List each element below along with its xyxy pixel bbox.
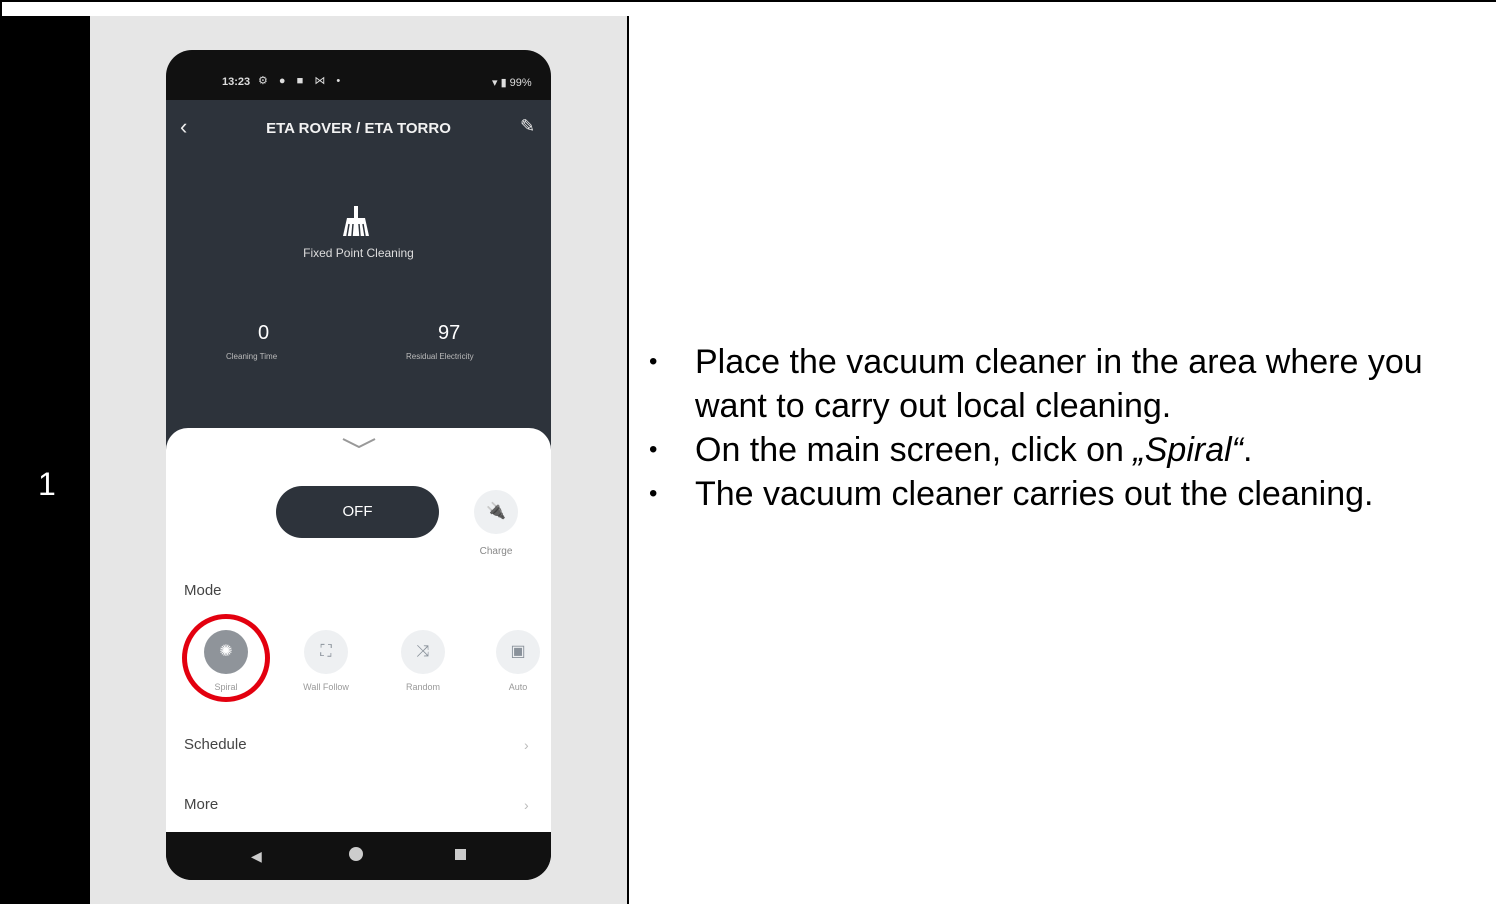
residual-electricity-label: Residual Electricity: [406, 352, 474, 361]
phone-screenshot: 13:23 ⚙ ● ■ ⋈ • ▾ ▮ 99% ‹ ETA ROVER / ET…: [166, 50, 551, 880]
auto-icon: ▣: [510, 643, 526, 660]
nav-recents-icon[interactable]: [455, 849, 466, 860]
device-title: ETA ROVER / ETA TORRO: [266, 120, 451, 137]
charge-button[interactable]: 🔌: [474, 490, 518, 534]
status-icons: ⚙ ● ■ ⋈ •: [258, 75, 345, 87]
mode-wall-follow-button[interactable]: ⛶: [304, 630, 348, 674]
instruction-list: • Place the vacuum cleaner in the area wh…: [633, 340, 1493, 516]
spiral-highlight-circle: [182, 614, 270, 702]
more-row[interactable]: More: [184, 796, 218, 813]
broom-icon: [343, 206, 369, 237]
pencil-icon[interactable]: ✎: [520, 116, 535, 137]
control-sheet: OFF 🔌 Charge Mode ✺ Spiral ⛶ Wall Follow…: [166, 428, 551, 832]
chevron-down-icon[interactable]: [342, 438, 376, 448]
step-number-column: 1: [0, 16, 90, 904]
cleaning-time-value: 0: [258, 322, 270, 344]
instruction-item: • The vacuum cleaner carries out the clea…: [633, 472, 1493, 516]
residual-electricity-value: 97: [438, 322, 461, 344]
instruction-text: On the main screen, click on: [695, 431, 1134, 469]
instruction-item: • On the main screen, click on „Spiral“.: [633, 428, 1493, 472]
mode-random-button[interactable]: ⤨: [401, 630, 445, 674]
nav-back-icon[interactable]: ◀: [251, 848, 262, 865]
mode-auto-label: Auto: [508, 682, 528, 692]
power-button[interactable]: OFF: [276, 486, 439, 538]
instruction-text: .: [1243, 431, 1253, 469]
chevron-right-icon: ›: [524, 737, 529, 753]
mode-random-label: Random: [405, 682, 441, 692]
wall-follow-icon: ⛶: [320, 643, 332, 660]
charge-label: Charge: [479, 546, 513, 557]
mode-wall-follow-label: Wall Follow: [303, 682, 349, 692]
android-nav-bar: ◀: [166, 832, 551, 880]
instruction-text: Place the vacuum cleaner in the area whe…: [695, 343, 1423, 425]
bullet-icon: •: [649, 436, 658, 463]
instruction-item: • Place the vacuum cleaner in the area wh…: [633, 340, 1493, 428]
status-bar: 13:23 ⚙ ● ■ ⋈ • ▾ ▮ 99%: [166, 50, 551, 100]
plug-icon: 🔌: [486, 503, 506, 520]
schedule-row[interactable]: Schedule: [184, 736, 247, 753]
status-battery: ▾ ▮ 99%: [492, 77, 532, 89]
cleaning-time-label: Cleaning Time: [226, 352, 278, 361]
mode-auto-button[interactable]: ▣: [496, 630, 540, 674]
bullet-icon: •: [649, 348, 658, 375]
instruction-emphasis: „Spiral“: [1133, 431, 1243, 469]
status-time: 13:23: [222, 76, 251, 88]
shuffle-icon: ⤨: [416, 643, 430, 660]
nav-home-icon[interactable]: [349, 847, 363, 861]
chevron-right-icon: ›: [524, 797, 529, 813]
device-header-panel: [166, 100, 551, 480]
instruction-text: The vacuum cleaner carries out the clean…: [695, 475, 1374, 513]
step-number: 1: [38, 466, 56, 502]
mode-section-title: Mode: [184, 582, 222, 599]
bullet-icon: •: [649, 480, 658, 507]
cleaning-status: Fixed Point Cleaning: [303, 246, 414, 260]
